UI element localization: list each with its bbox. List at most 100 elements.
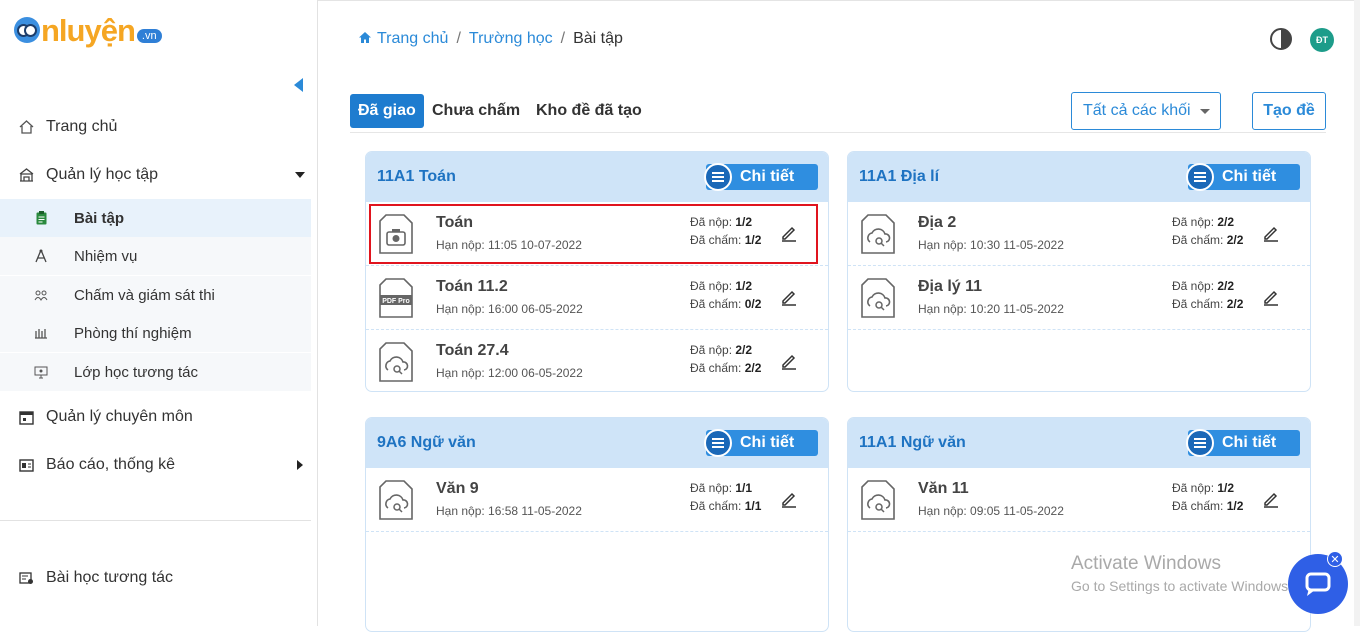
edit-icon[interactable] [780, 490, 798, 508]
assignment-row[interactable]: PDF Pro Toán 11.2 Hạn nộp: 16:00 06-05-2… [366, 266, 828, 330]
sidebar-subitem-assignments[interactable]: Bài tập [0, 199, 311, 237]
tab-assigned[interactable]: Đã giao [350, 94, 424, 128]
breadcrumb: Trang chủ / Trường học / Bài tập [358, 30, 623, 48]
graded-count: Đã chấm: 2/2 [1172, 233, 1244, 247]
class-card: 9A6 Ngữ văn Chi tiết Văn 9 Hạn nộp: 16:5… [365, 417, 829, 632]
breadcrumb-school[interactable]: Trường học [469, 30, 553, 48]
cloud-file-icon [379, 342, 413, 382]
assignment-row[interactable]: Địa 2 Hạn nộp: 10:30 11-05-2022 Đã nộp: … [848, 202, 1310, 266]
sidebar-item-home[interactable]: Trang chủ [0, 116, 311, 138]
edit-icon[interactable] [1262, 490, 1280, 508]
class-card: 11A1 Địa lí Chi tiết Địa 2 Hạn nộp: 10:3… [847, 151, 1311, 392]
assignment-due: Hạn nộp: 16:58 11-05-2022 [436, 504, 582, 518]
detail-button[interactable]: Chi tiết [1186, 429, 1300, 457]
lab-icon [34, 326, 48, 340]
activate-windows-title: Activate Windows [1071, 553, 1221, 574]
card-title: 9A6 Ngữ văn [377, 434, 476, 451]
logo-word: nluyện [41, 13, 136, 48]
breadcrumb-current: Bài tập [573, 30, 623, 47]
edit-icon[interactable] [1262, 224, 1280, 242]
tab-created-exams[interactable]: Kho đề đã tạo [536, 94, 642, 128]
sidebar: nluyện .vn Trang chủ Quản lý học tập Bài… [0, 0, 318, 626]
list-icon [1186, 163, 1214, 191]
logo-tld: .vn [136, 29, 162, 43]
sidebar-subitem-label: Phòng thí nghiệm [74, 324, 192, 342]
list-icon [704, 163, 732, 191]
sidebar-subitem-label: Lớp học tương tác [74, 363, 198, 381]
compass-icon [34, 249, 48, 263]
chevron-down-icon [1200, 109, 1210, 114]
calendar-icon [18, 409, 34, 425]
card-header: 11A1 Ngữ văn Chi tiết [848, 418, 1310, 468]
assignment-name: Địa 2 [918, 214, 957, 231]
svg-text:PDF Pro: PDF Pro [382, 298, 410, 305]
graded-count: Đã chấm: 1/2 [1172, 499, 1244, 513]
graded-count: Đã chấm: 2/2 [690, 361, 762, 375]
grade-filter-select[interactable]: Tất cả các khối [1071, 92, 1221, 130]
sidebar-item-expertise[interactable]: Quản lý chuyên môn [0, 406, 311, 428]
avatar[interactable]: ĐT [1310, 28, 1334, 52]
tab-ungraded[interactable]: Chưa chấm [432, 94, 520, 128]
class-card: 11A1 Ngữ văn Chi tiết Văn 11 Hạn nộp: 09… [847, 417, 1311, 632]
sidebar-subitem-label: Bài tập [74, 209, 125, 227]
activate-windows-subtitle: Go to Settings to activate Windows. [1071, 578, 1292, 594]
sidebar-subitem-label: Nhiệm vụ [74, 247, 138, 265]
detail-button[interactable]: Chi tiết [704, 163, 818, 191]
card-title: 11A1 Toán [377, 168, 456, 185]
sidebar-subitem-label: Chấm và giám sát thi [74, 286, 215, 304]
contrast-toggle-icon[interactable] [1270, 28, 1292, 50]
card-header: 9A6 Ngữ văn Chi tiết [366, 418, 828, 468]
assignment-row[interactable]: Văn 11 Hạn nộp: 09:05 11-05-2022 Đã nộp:… [848, 468, 1310, 532]
edit-icon[interactable] [780, 352, 798, 370]
collapse-sidebar-icon[interactable] [294, 78, 303, 92]
sidebar-item-label: Quản lý học tập [46, 166, 159, 183]
sidebar-item-label: Quản lý chuyên môn [46, 408, 193, 425]
cloud-file-icon [379, 480, 413, 520]
detail-button[interactable]: Chi tiết [1186, 163, 1300, 191]
pdf-file-icon: PDF Pro [379, 278, 413, 318]
close-icon[interactable]: ✕ [1327, 551, 1343, 567]
submitted-count: Đã nộp: 2/2 [690, 343, 753, 357]
chevron-right-icon [297, 460, 303, 470]
assignment-row[interactable]: Địa lý 11 Hạn nộp: 10:20 11-05-2022 Đã n… [848, 266, 1310, 330]
tab-divider [350, 132, 1326, 133]
sidebar-item-reports[interactable]: Báo cáo, thống kê [0, 454, 311, 476]
assignment-row[interactable]: Văn 9 Hạn nộp: 16:58 11-05-2022 Đã nộp: … [366, 468, 828, 532]
assignment-name: Toán 11.2 [436, 278, 508, 295]
breadcrumb-home[interactable]: Trang chủ [358, 30, 448, 48]
scrollbar[interactable] [1354, 0, 1360, 626]
breadcrumb-separator: / [456, 30, 461, 47]
edit-icon[interactable] [780, 288, 798, 306]
logo[interactable]: nluyện .vn [14, 14, 162, 48]
lesson-icon [18, 570, 34, 586]
users-icon [34, 288, 48, 302]
home-icon [359, 32, 371, 43]
submitted-count: Đã nộp: 2/2 [1172, 279, 1235, 293]
sidebar-subitem-interactive-class[interactable]: Lớp học tương tác [0, 353, 311, 391]
owl-logo-icon [14, 17, 40, 43]
submitted-count: Đã nộp: 2/2 [1172, 215, 1235, 229]
create-exam-button[interactable]: Tạo đề [1252, 92, 1326, 130]
submitted-count: Đã nộp: 1/2 [690, 279, 753, 293]
sidebar-item-interactive-lessons[interactable]: Bài học tương tác [0, 567, 311, 589]
detail-button[interactable]: Chi tiết [704, 429, 818, 457]
chat-bubble-icon [1305, 572, 1331, 596]
assignment-due: Hạn nộp: 10:30 11-05-2022 [918, 238, 1064, 252]
card-title: 11A1 Địa lí [859, 168, 940, 185]
graded-count: Đã chấm: 0/2 [690, 297, 762, 311]
assignment-name: Địa lý 11 [918, 278, 983, 295]
sidebar-subitem-lab[interactable]: Phòng thí nghiệm [0, 314, 311, 352]
edit-icon[interactable] [1262, 288, 1280, 306]
sidebar-subitem-tasks[interactable]: Nhiệm vụ [0, 237, 311, 275]
breadcrumb-separator: / [560, 30, 566, 47]
sidebar-item-label: Trang chủ [46, 118, 118, 135]
sidebar-item-learning[interactable]: Quản lý học tập [0, 164, 311, 186]
assignment-row[interactable]: Toán 27.4 Hạn nộp: 12:00 06-05-2022 Đã n… [366, 330, 828, 391]
assignment-name: Văn 9 [436, 480, 479, 497]
grade-filter-value: Tất cả các khối [1083, 102, 1191, 119]
sidebar-subitem-exam-monitor[interactable]: Chấm và giám sát thi [0, 276, 311, 314]
cloud-file-icon [861, 214, 895, 254]
class-card: 11A1 Toán Chi tiết Toán Hạn nộp: 11:05 1… [365, 151, 829, 392]
graded-count: Đã chấm: 1/1 [690, 499, 762, 513]
assignment-due: Hạn nộp: 09:05 11-05-2022 [918, 504, 1064, 518]
